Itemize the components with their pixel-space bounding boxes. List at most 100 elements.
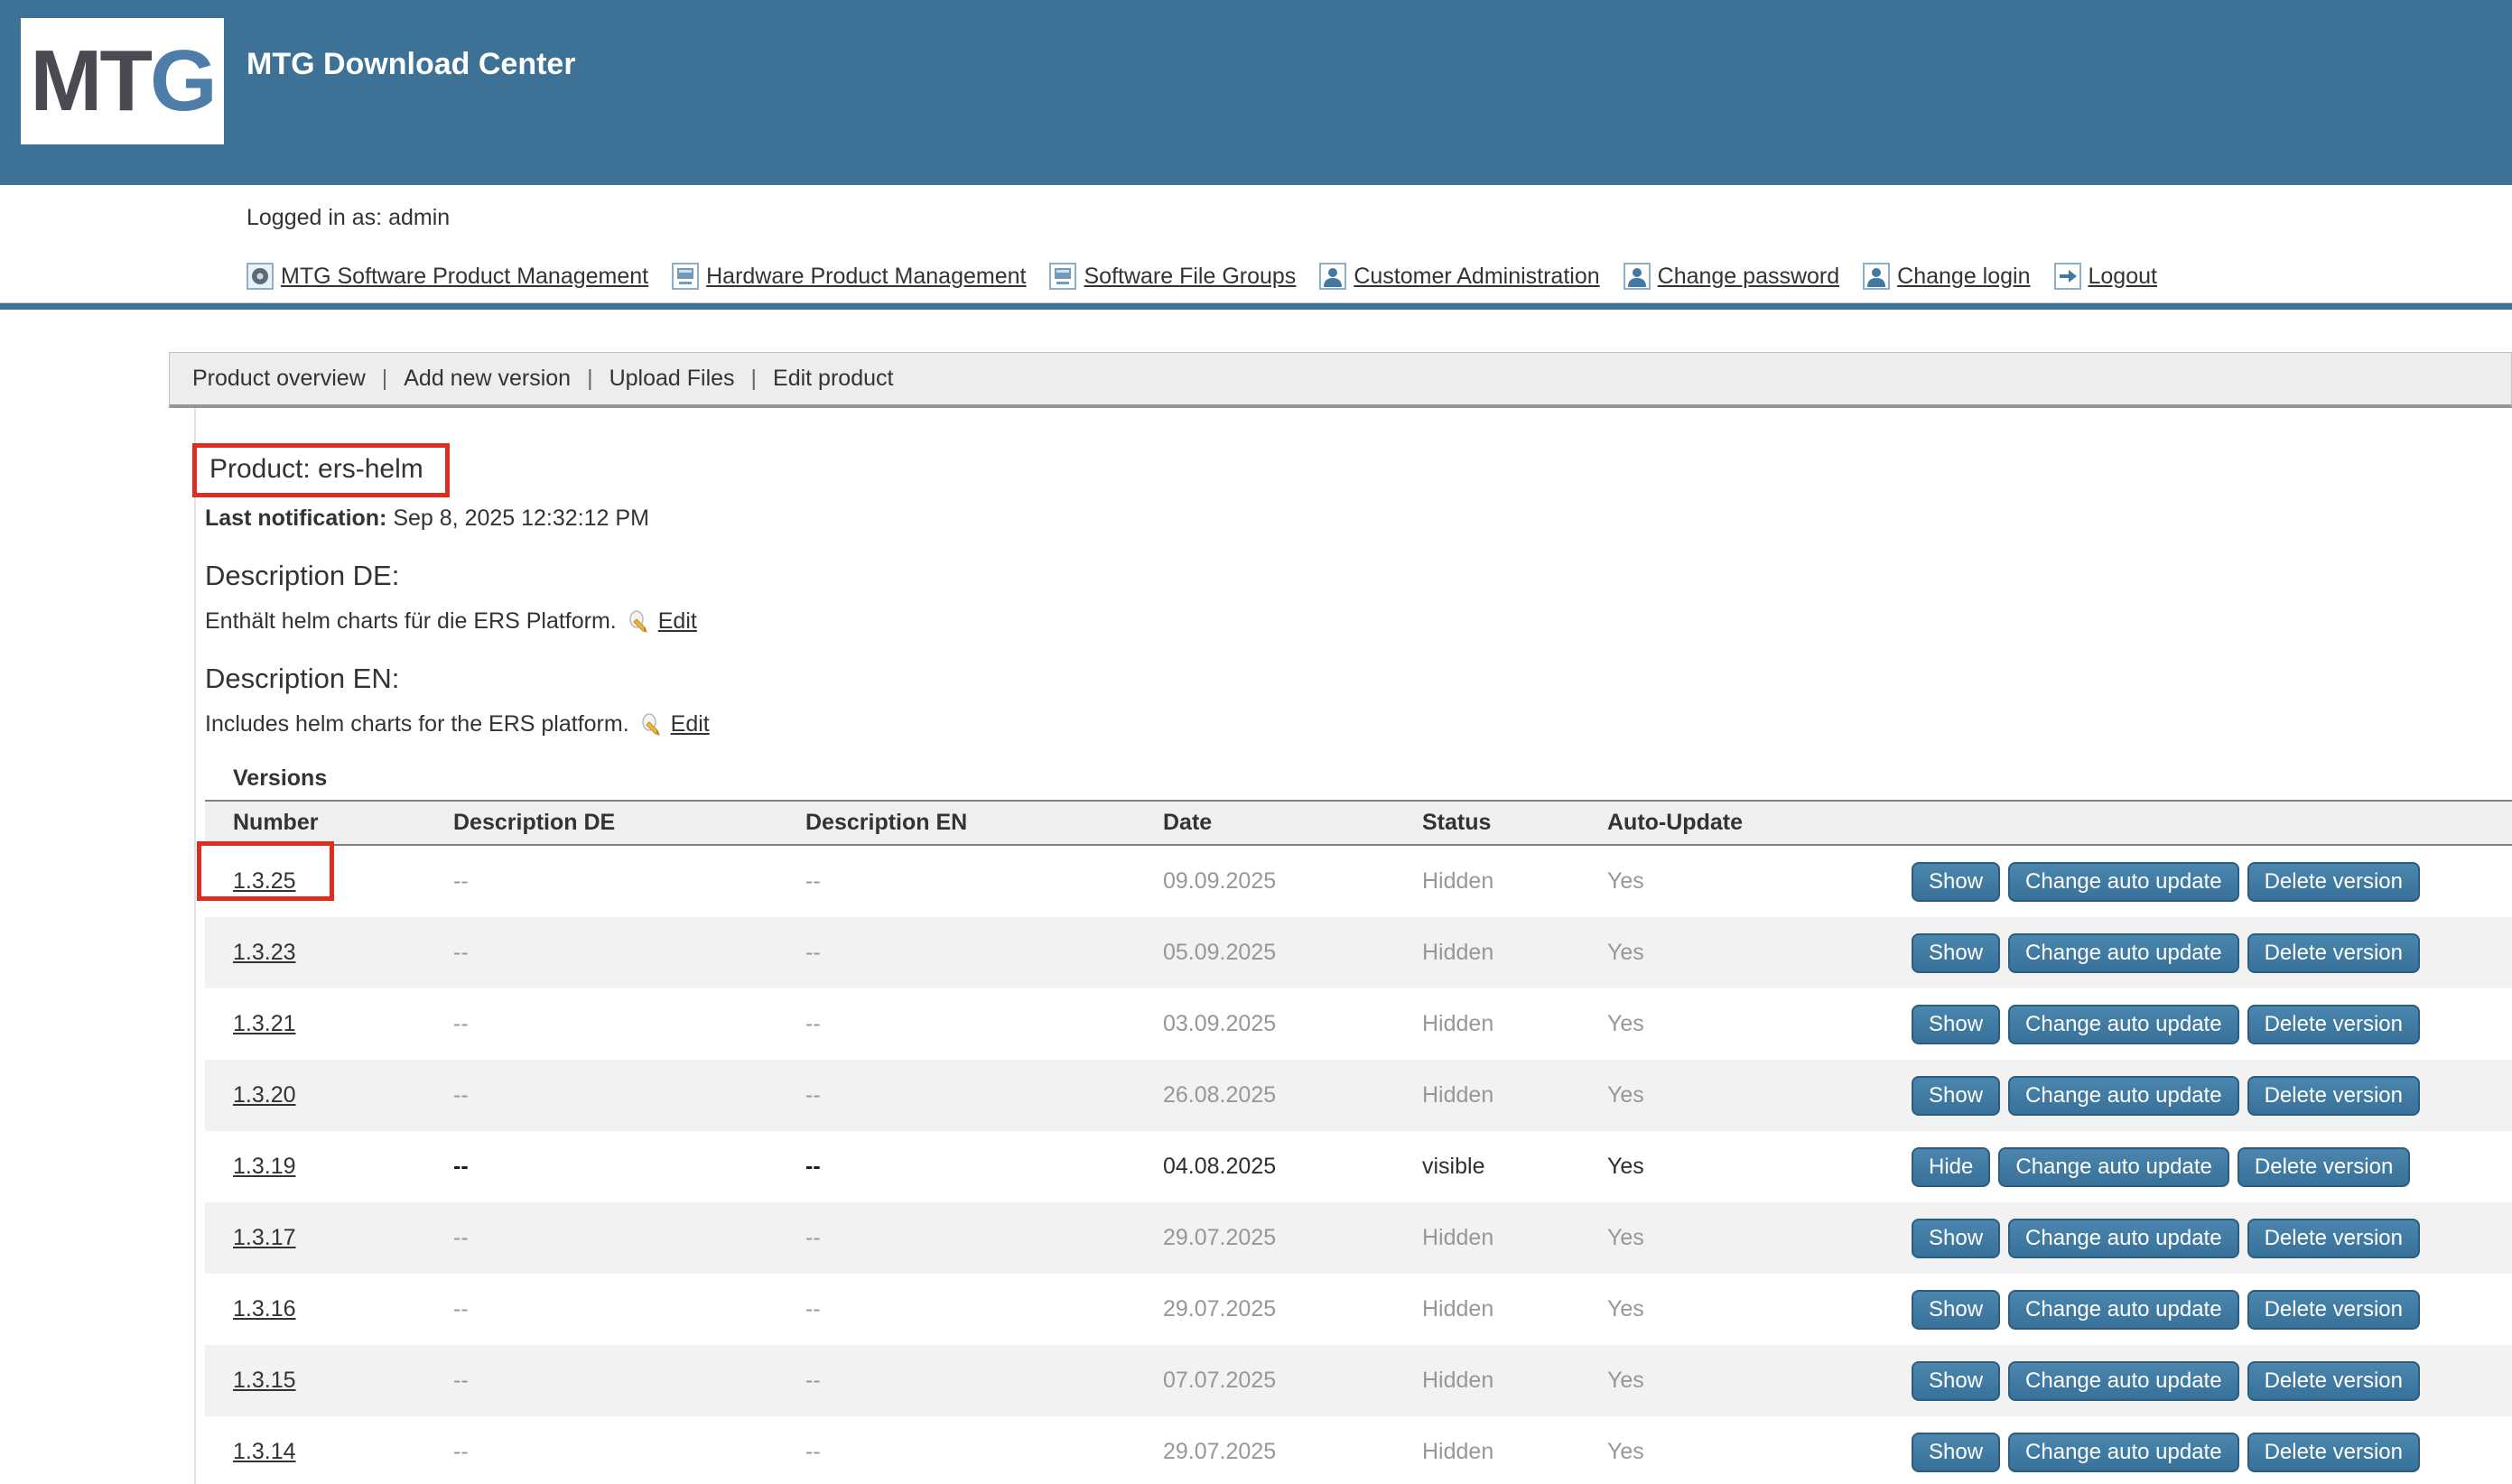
description-en-cell: --: [805, 1225, 1163, 1251]
nav-label: Customer Administration: [1354, 264, 1599, 290]
version-number-cell: 1.3.21: [233, 1011, 453, 1037]
nav-link-software-file-groups[interactable]: Software File Groups: [1049, 263, 1296, 290]
change-auto-update-button[interactable]: Change auto update: [2008, 1433, 2239, 1472]
row-actions: ShowChange auto updateDelete version: [1912, 1219, 2512, 1258]
version-link[interactable]: 1.3.15: [233, 1368, 296, 1393]
toolbar-separator: |: [751, 366, 758, 392]
description-de-cell: --: [453, 1011, 805, 1037]
table-row: 1.3.21----03.09.2025HiddenYesShowChange …: [205, 988, 2512, 1060]
person-icon: [1319, 263, 1346, 290]
version-link[interactable]: 1.3.21: [233, 1011, 296, 1036]
toolbar-item-edit-product[interactable]: Edit product: [773, 366, 893, 392]
show-version-button[interactable]: Show: [1912, 933, 2000, 973]
date-cell: 29.07.2025: [1163, 1439, 1422, 1465]
show-version-button[interactable]: Show: [1912, 1076, 2000, 1116]
toolbar-item-product-overview[interactable]: Product overview: [192, 366, 366, 392]
version-number-cell: 1.3.23: [233, 940, 453, 966]
version-link[interactable]: 1.3.25: [233, 868, 296, 894]
show-version-button[interactable]: Show: [1912, 1005, 2000, 1044]
nav-label: Change login: [1897, 264, 2030, 290]
table-row: 1.3.25----09.09.2025HiddenYesShowChange …: [205, 846, 2512, 917]
show-version-button[interactable]: Show: [1912, 1361, 2000, 1401]
versions-table-body: 1.3.25----09.09.2025HiddenYesShowChange …: [205, 846, 2512, 1484]
column-header-status: Status: [1422, 810, 1607, 836]
last-notification-label: Last notification:: [205, 505, 386, 531]
column-header-auto-update: Auto-Update: [1607, 810, 1912, 836]
delete-version-button[interactable]: Delete version: [2247, 1005, 2420, 1044]
delete-version-button[interactable]: Delete version: [2238, 1147, 2410, 1187]
description-en-heading: Description EN:: [205, 663, 2512, 695]
hide-version-button[interactable]: Hide: [1912, 1147, 1990, 1187]
delete-version-button[interactable]: Delete version: [2247, 862, 2420, 902]
nav-link-hardware-product-management[interactable]: Hardware Product Management: [672, 263, 1026, 290]
change-auto-update-button[interactable]: Change auto update: [2008, 1290, 2239, 1330]
version-link[interactable]: 1.3.19: [233, 1154, 296, 1179]
description-en-cell: --: [805, 1368, 1163, 1394]
change-auto-update-button[interactable]: Change auto update: [2008, 1361, 2239, 1401]
row-actions: ShowChange auto updateDelete version: [1912, 1005, 2512, 1044]
nav-link-software-product-management[interactable]: MTG Software Product Management: [247, 263, 648, 290]
show-version-button[interactable]: Show: [1912, 862, 2000, 902]
nav-link-change-password[interactable]: Change password: [1623, 263, 1840, 290]
version-link[interactable]: 1.3.16: [233, 1296, 296, 1322]
show-version-button[interactable]: Show: [1912, 1433, 2000, 1472]
auto-update-cell: Yes: [1607, 1082, 1912, 1108]
change-auto-update-button[interactable]: Change auto update: [2008, 1076, 2239, 1116]
delete-version-button[interactable]: Delete version: [2247, 1361, 2420, 1401]
toolbar-separator: |: [587, 366, 593, 392]
person-icon: [1863, 263, 1890, 290]
table-row: 1.3.23----05.09.2025HiddenYesShowChange …: [205, 917, 2512, 988]
version-link[interactable]: 1.3.17: [233, 1225, 296, 1250]
date-cell: 03.09.2025: [1163, 1011, 1422, 1037]
delete-version-button[interactable]: Delete version: [2247, 1076, 2420, 1116]
description-de-heading: Description DE:: [205, 560, 2512, 592]
version-link[interactable]: 1.3.23: [233, 940, 296, 965]
description-en-text: Includes helm charts for the ERS platfor…: [205, 711, 629, 737]
nav-link-customer-administration[interactable]: Customer Administration: [1319, 263, 1599, 290]
description-en-cell: --: [805, 1011, 1163, 1037]
auto-update-cell: Yes: [1607, 1011, 1912, 1037]
change-auto-update-button[interactable]: Change auto update: [2008, 1219, 2239, 1258]
edit-pencil-icon: [637, 712, 663, 737]
date-cell: 29.07.2025: [1163, 1225, 1422, 1251]
nav-link-logout[interactable]: Logout: [2054, 263, 2157, 290]
delete-version-button[interactable]: Delete version: [2247, 1433, 2420, 1472]
column-header-date: Date: [1163, 810, 1422, 836]
delete-version-button[interactable]: Delete version: [2247, 1219, 2420, 1258]
column-header-description-de: Description DE: [453, 810, 805, 836]
change-auto-update-button[interactable]: Change auto update: [2008, 933, 2239, 973]
description-en-cell: --: [805, 868, 1163, 895]
delete-version-button[interactable]: Delete version: [2247, 1290, 2420, 1330]
change-auto-update-button[interactable]: Change auto update: [2008, 1005, 2239, 1044]
description-en-cell: --: [805, 1296, 1163, 1322]
last-notification: Last notification: Sep 8, 2025 12:32:12 …: [205, 505, 2512, 532]
status-cell: Hidden: [1422, 1082, 1607, 1108]
description-en-cell: --: [805, 1082, 1163, 1108]
logged-in-status: Logged in as: admin: [0, 185, 2512, 250]
row-actions: ShowChange auto updateDelete version: [1912, 933, 2512, 973]
edit-description-en-link[interactable]: Edit: [671, 711, 710, 737]
description-de-cell: --: [453, 1082, 805, 1108]
show-version-button[interactable]: Show: [1912, 1219, 2000, 1258]
toolbar-item-add-new-version[interactable]: Add new version: [404, 366, 571, 392]
auto-update-cell: Yes: [1607, 1439, 1912, 1465]
version-link[interactable]: 1.3.14: [233, 1439, 296, 1464]
table-row: 1.3.14----29.07.2025HiddenYesShowChange …: [205, 1416, 2512, 1484]
toolbar-item-upload-files[interactable]: Upload Files: [609, 366, 735, 392]
product-title: Product: ers-helm: [209, 454, 423, 485]
status-cell: Hidden: [1422, 1296, 1607, 1322]
nav-link-change-login[interactable]: Change login: [1863, 263, 2030, 290]
change-auto-update-button[interactable]: Change auto update: [1998, 1147, 2229, 1187]
row-actions: HideChange auto updateDelete version: [1912, 1147, 2512, 1187]
logo-text-g: G: [150, 32, 215, 129]
delete-version-button[interactable]: Delete version: [2247, 933, 2420, 973]
column-header-description-en: Description EN: [805, 810, 1163, 836]
top-nav: MTG Software Product Management Hardware…: [0, 250, 2512, 302]
auto-update-cell: Yes: [1607, 1368, 1912, 1394]
version-link[interactable]: 1.3.20: [233, 1082, 296, 1108]
description-en-cell: --: [805, 940, 1163, 966]
edit-description-de-link[interactable]: Edit: [658, 608, 697, 635]
show-version-button[interactable]: Show: [1912, 1290, 2000, 1330]
change-auto-update-button[interactable]: Change auto update: [2008, 862, 2239, 902]
version-number-cell: 1.3.25: [233, 868, 453, 895]
